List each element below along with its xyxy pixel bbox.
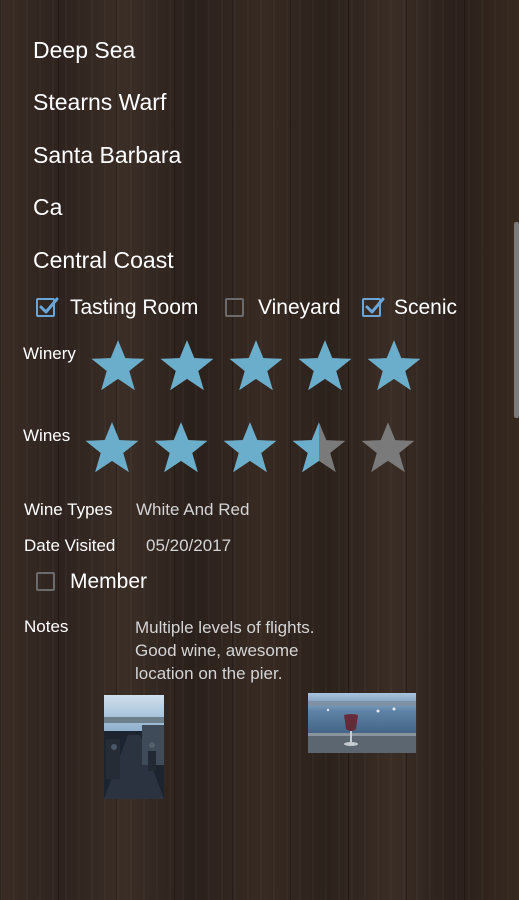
vineyard-label: Vineyard (258, 296, 341, 319)
check-icon (39, 297, 59, 314)
street-field[interactable]: Stearns Warf (33, 86, 166, 118)
wine-types-label: Wine Types (24, 500, 113, 519)
wines-rating-label: Wines (23, 426, 71, 445)
check-icon (365, 297, 385, 314)
tasting-room-label: Tasting Room (70, 296, 199, 319)
pier-walkway-photo[interactable] (104, 695, 164, 799)
winery-star-4[interactable] (297, 338, 353, 394)
notes-label: Notes (24, 617, 69, 636)
wines-star-5[interactable] (360, 420, 416, 476)
scenic-label: Scenic (394, 296, 458, 319)
name-field[interactable]: Deep Sea (33, 34, 135, 66)
vineyard-checkbox[interactable] (225, 298, 244, 317)
member-checkbox[interactable] (36, 572, 55, 591)
member-label: Member (70, 570, 148, 593)
wines-rating-bar[interactable] (84, 420, 424, 476)
wines-star-2[interactable] (153, 420, 209, 476)
city-field[interactable]: Santa Barbara (33, 139, 181, 171)
ocean-wine-glass-photo[interactable] (308, 693, 416, 753)
winery-rating-bar[interactable] (90, 338, 430, 394)
winery-star-1[interactable] (90, 338, 146, 394)
winery-rating-label: Winery (23, 344, 76, 363)
state-field[interactable]: Ca (33, 191, 62, 223)
wine-types-value[interactable]: White And Red (136, 499, 249, 521)
winery-star-3[interactable] (228, 338, 284, 394)
notes-value[interactable]: Multiple levels of flights. Good wine, a… (135, 616, 375, 685)
wines-star-3[interactable] (222, 420, 278, 476)
scrollbar[interactable] (514, 222, 519, 418)
date-visited-value[interactable]: 05/20/2017 (146, 535, 231, 557)
region-field[interactable]: Central Coast (33, 244, 174, 276)
winery-star-2[interactable] (159, 338, 215, 394)
wines-star-1[interactable] (84, 420, 140, 476)
winery-star-5[interactable] (366, 338, 422, 394)
tasting-room-checkbox[interactable] (36, 297, 59, 317)
scenic-checkbox[interactable] (362, 297, 385, 317)
date-visited-label: Date Visited (24, 536, 116, 555)
wines-star-4[interactable] (291, 420, 347, 476)
